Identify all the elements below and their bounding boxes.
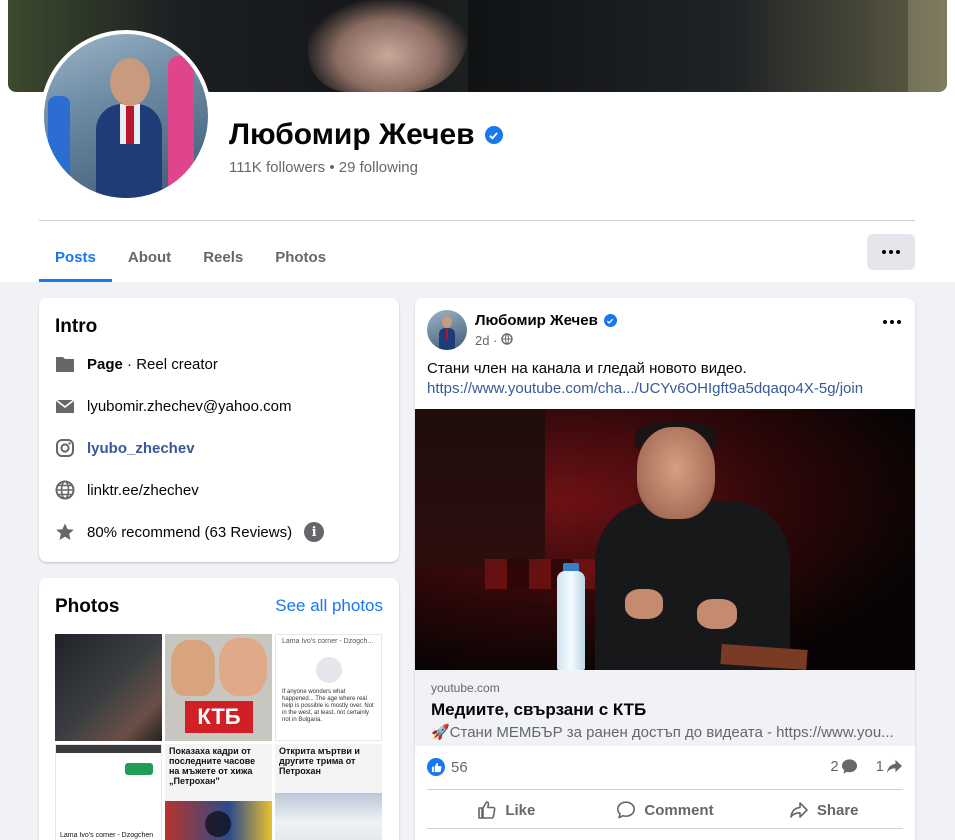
comment-bubble-icon: [841, 759, 857, 774]
post-link[interactable]: https://www.youtube.com/cha.../UCYv6OHIg…: [427, 379, 863, 399]
tab-reels[interactable]: Reels: [187, 233, 259, 282]
intro-page-category: · Reel creator: [122, 355, 218, 373]
play-icon: [205, 811, 231, 837]
intro-website-row: linktr.ee/zhechev: [55, 480, 199, 500]
shares-count[interactable]: 1: [876, 758, 903, 775]
intro-recommend[interactable]: 80% recommend (63 Reviews): [87, 524, 292, 541]
post-more-button[interactable]: [883, 320, 901, 324]
post-time[interactable]: 2d ·: [475, 333, 497, 348]
globe-icon: [55, 480, 75, 500]
intro-page-label: Page: [87, 355, 123, 373]
like-reaction-icon: [427, 758, 445, 776]
actions-divider: [427, 789, 903, 790]
instagram-icon: [55, 438, 75, 458]
reactions-summary[interactable]: 56: [427, 758, 468, 776]
like-icon: [478, 801, 496, 819]
info-icon[interactable]: i: [304, 522, 325, 542]
profile-tabs: Posts About Reels Photos: [39, 233, 342, 282]
followers-stats[interactable]: 111K followers • 29 following: [229, 159, 418, 176]
link-preview[interactable]: youtube.com Медиите, свързани с КТБ 🚀Ста…: [415, 670, 915, 746]
like-button[interactable]: Like: [427, 792, 586, 828]
actions-divider-bottom: [427, 828, 903, 829]
more-icon: [883, 320, 887, 324]
profile-name: Любомир Жечев: [229, 118, 503, 152]
photo-thumbnail[interactable]: Открита мъртви и другите трима от Петрох…: [275, 744, 382, 840]
comments-count-value: 2: [830, 758, 839, 775]
post-card: Любомир Жечев 2d · Стани член на канала …: [415, 298, 915, 840]
share-button[interactable]: Share: [744, 792, 903, 828]
video-thumbnail[interactable]: [415, 409, 915, 670]
tab-posts[interactable]: Posts: [39, 233, 112, 282]
photo-grid: КТБ Lama Ivo's corner - Dzogch... If any…: [55, 634, 383, 840]
profile-avatar[interactable]: [40, 30, 212, 202]
post-author-name[interactable]: Любомир Жечев: [475, 312, 598, 329]
profile-more-button[interactable]: [867, 234, 915, 270]
link-preview-title: Медиите, свързани с КТБ: [431, 700, 647, 719]
ktb-logo: КТБ: [185, 701, 253, 733]
intro-card: Intro Page · Reel creator lyubomir.zhech…: [39, 298, 399, 562]
thumb-caption: Lama Ivo's corner - Dzogchen and: [60, 832, 154, 839]
photo-thumbnail[interactable]: КТБ: [165, 634, 272, 741]
post-author-avatar[interactable]: [427, 310, 467, 350]
verified-icon: [484, 126, 503, 144]
more-icon: [882, 250, 886, 254]
post-message: Стани член на канала и гледай новото вид…: [427, 360, 747, 377]
comment-icon: [617, 801, 636, 819]
header-divider: [39, 220, 915, 221]
link-preview-domain: youtube.com: [431, 681, 500, 695]
post-meta: 2d ·: [475, 333, 514, 348]
post-actions: Like Comment Share: [427, 792, 903, 828]
intro-website-link[interactable]: linktr.ee/zhechev: [87, 482, 199, 499]
share-icon: [790, 802, 808, 818]
photo-thumbnail[interactable]: Lama Ivo's corner - Dzogchen and: [55, 744, 162, 840]
like-label: Like: [505, 801, 536, 819]
link-preview-description: 🚀Стани МЕМБЪР за ранен достъп до видеата…: [431, 724, 894, 741]
share-label: Share: [816, 801, 859, 819]
intro-email-row: lyubomir.zhechev@yahoo.com: [55, 396, 292, 416]
intro-instagram-link[interactable]: lyubo_zhechev: [87, 440, 195, 457]
engagement-counts: 2 1: [830, 758, 903, 775]
share-arrow-icon: [886, 759, 903, 774]
intro-instagram-row: lyubo_zhechev: [55, 438, 195, 458]
tab-photos[interactable]: Photos: [259, 233, 342, 282]
photo-thumbnail[interactable]: Lama Ivo's corner - Dzogch... If anyone …: [275, 634, 382, 741]
tab-about[interactable]: About: [112, 233, 187, 282]
thumb-text: If anyone wonders what happened... The a…: [282, 689, 374, 723]
photo-thumbnail[interactable]: [55, 634, 162, 741]
thumb-headline: Открита мъртви и другите трима от Петрох…: [279, 746, 360, 776]
comments-count[interactable]: 2: [830, 758, 857, 775]
post-text: Стани член на канала и гледай новото вид…: [427, 359, 863, 399]
globe-small-icon: [501, 333, 514, 348]
page-icon: [55, 354, 75, 374]
photos-card: Photos See all photos КТБ Lama Ivo's cor…: [39, 578, 399, 840]
thumb-header: Lama Ivo's corner - Dzogch...: [282, 638, 374, 645]
photos-title: Photos: [55, 596, 120, 617]
intro-title: Intro: [55, 316, 98, 337]
post-author: Любомир Жечев: [475, 312, 617, 329]
thumb-headline: Показаха кадри от последните часове на м…: [169, 746, 256, 786]
see-all-photos-link[interactable]: See all photos: [275, 596, 383, 616]
comment-label: Comment: [644, 801, 714, 819]
intro-email[interactable]: lyubomir.zhechev@yahoo.com: [87, 398, 292, 415]
shares-count-value: 1: [875, 758, 884, 775]
verified-icon: [603, 314, 617, 327]
intro-page-row: Page · Reel creator: [55, 354, 218, 374]
star-icon: [55, 522, 75, 542]
photo-thumbnail[interactable]: Показаха кадри от последните часове на м…: [165, 744, 272, 840]
comment-button[interactable]: Comment: [586, 792, 745, 828]
likes-count: 56: [451, 758, 468, 776]
email-icon: [55, 396, 75, 416]
profile-name-text: Любомир Жечев: [229, 118, 475, 151]
intro-recommend-row: 80% recommend (63 Reviews) i: [55, 522, 325, 542]
